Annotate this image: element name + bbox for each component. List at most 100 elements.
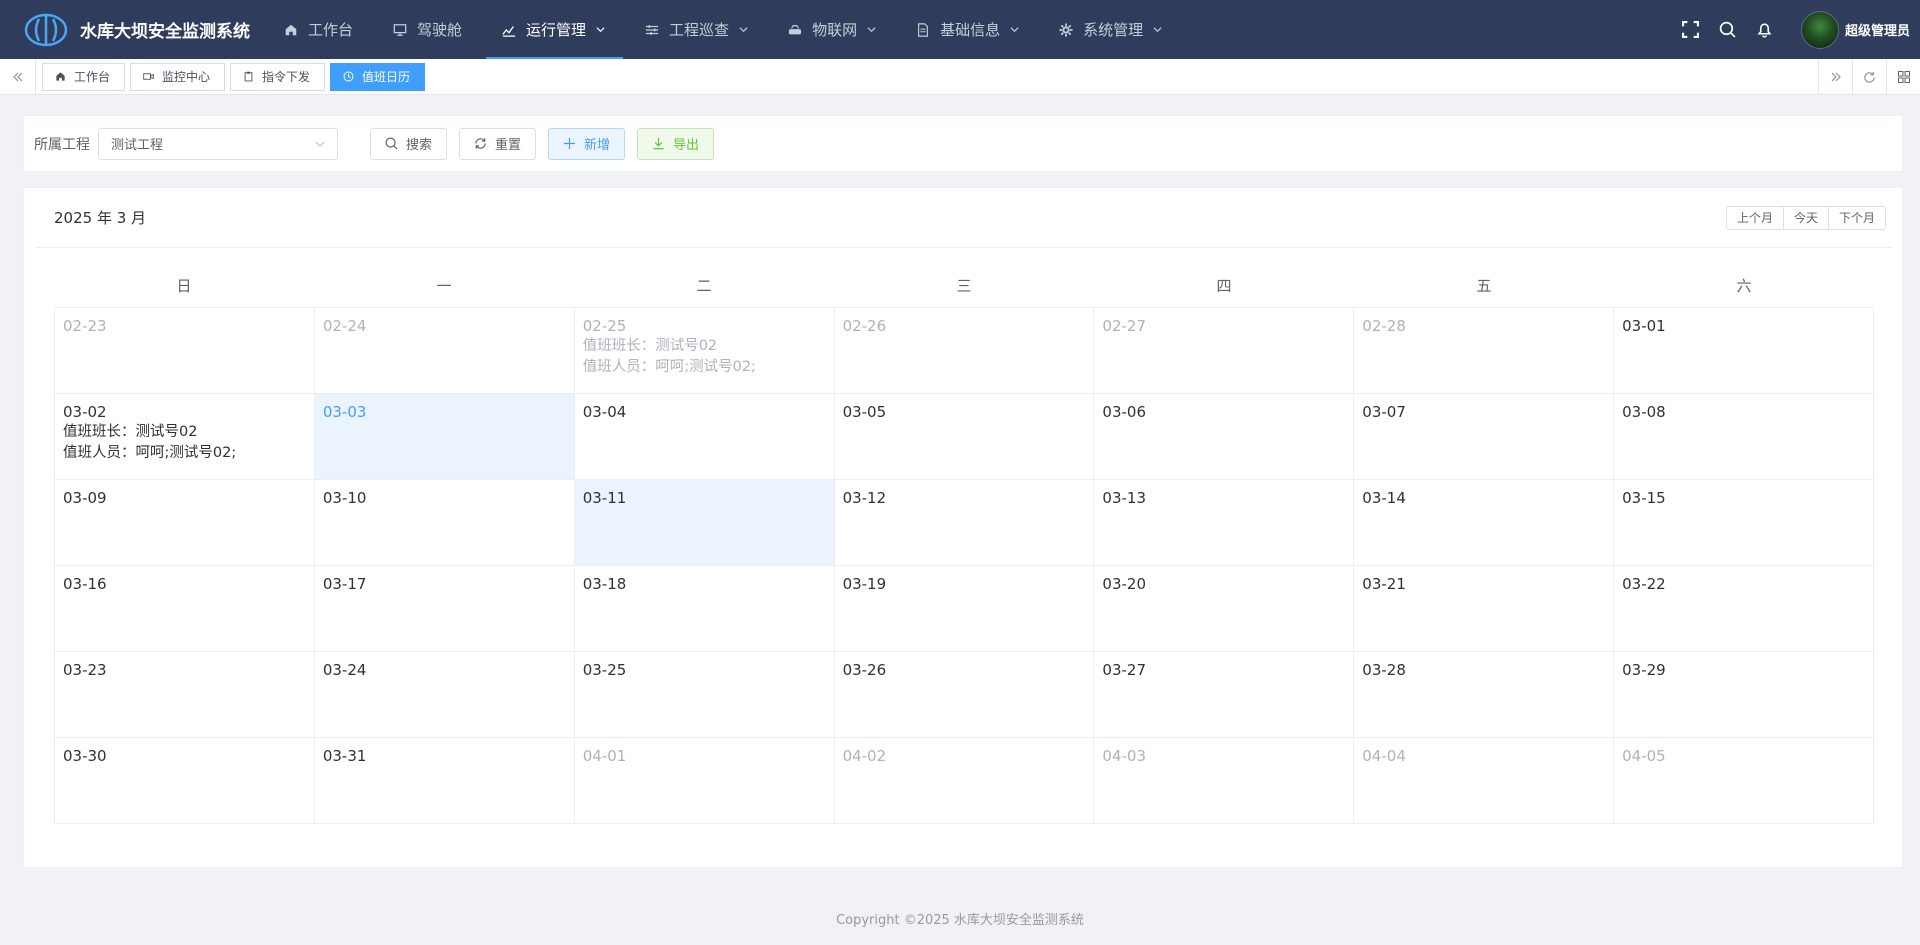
calendar-day-cell[interactable]: 03-07 — [1354, 394, 1615, 480]
today-button[interactable]: 今天 — [1782, 205, 1829, 230]
fullscreen-icon[interactable] — [1681, 21, 1699, 38]
calendar-day-cell[interactable]: 03-20 — [1094, 566, 1355, 652]
nav-item-label: 基础信息 — [940, 21, 1001, 39]
search-button[interactable]: 搜索 — [370, 127, 448, 160]
refresh-button[interactable] — [1852, 59, 1886, 95]
calendar-day-cell[interactable]: 04-01 — [574, 738, 835, 824]
calendar-day-cell[interactable]: 04-04 — [1354, 738, 1615, 824]
calendar-day-cell[interactable]: 03-19 — [834, 566, 1095, 652]
nav-item-4[interactable]: 物联网 — [772, 0, 894, 59]
nav-item-3[interactable]: 工程巡查 — [629, 0, 766, 59]
calendar-day-cell[interactable]: 03-30 — [55, 738, 315, 824]
calendar-day-cell[interactable]: 03-21 — [1354, 566, 1615, 652]
calendar-day-cell[interactable]: 02-23 — [55, 308, 315, 394]
calendar-day-cell[interactable]: 03-28 — [1354, 652, 1615, 738]
calendar-day-cell[interactable]: 03-17 — [314, 566, 575, 652]
nav-item-label: 运行管理 — [526, 21, 587, 39]
tag-0[interactable]: 工作台 — [42, 62, 126, 91]
app-title: 水库大坝安全监测系统 — [80, 22, 250, 42]
calendar-day-cell[interactable]: 03-03 — [314, 394, 575, 480]
calendar-day-cell[interactable]: 03-31 — [314, 738, 575, 824]
calendar-day-cell[interactable]: 03-25 — [574, 652, 835, 738]
calendar-day-cell[interactable]: 03-12 — [834, 480, 1095, 566]
calendar-day-cell[interactable]: 03-04 — [574, 394, 835, 480]
day-date: 03-02 — [63, 403, 107, 421]
add-button[interactable]: 新增 — [548, 127, 626, 160]
calendar-day-cell[interactable]: 03-14 — [1354, 480, 1615, 566]
top-navbar: 水库大坝安全监测系统 工作台 驾驶舱 运行管理 工程巡查 物联网 基础信息 系统管理 超级管… — [0, 0, 1920, 59]
brand[interactable]: 水库大坝安全监测系统 — [0, 0, 268, 59]
nav-item-1[interactable]: 驾驶舱 — [377, 0, 480, 59]
day-date: 03-25 — [582, 661, 627, 679]
calendar-day-cell[interactable]: 02-26 — [834, 308, 1095, 394]
calendar-day-cell[interactable]: 03-24 — [314, 652, 575, 738]
next-month-button[interactable]: 下个月 — [1827, 205, 1886, 230]
reset-button[interactable]: 重置 — [459, 127, 537, 160]
calendar-day-cell[interactable]: 02-27 — [1094, 308, 1355, 394]
calendar-day-cell[interactable]: 03-02 值班班长：测试号02 值班人员：呵呵;测试号02; — [55, 394, 315, 480]
tag-2[interactable]: 指令下发 — [230, 62, 326, 91]
nav-item-2[interactable]: 运行管理 — [486, 0, 624, 59]
bell-icon[interactable] — [1756, 21, 1773, 38]
calendar-day-cell[interactable]: 03-16 — [55, 566, 315, 652]
duty-note: 值班班长：测试号02 — [63, 424, 198, 440]
calendar-day-cell[interactable]: 03-13 — [1094, 480, 1355, 566]
reset-button-label: 重置 — [495, 138, 522, 153]
home-icon — [56, 72, 65, 81]
calendar-day-cell[interactable]: 03-27 — [1094, 652, 1355, 738]
navbar-tools: 超级管理员 — [1681, 0, 1920, 59]
nav-item-5[interactable]: 基础信息 — [900, 0, 1037, 59]
day-date: 04-02 — [842, 747, 887, 765]
calendar-day-cell[interactable]: 03-05 — [834, 394, 1095, 480]
nav-item-label: 驾驶舱 — [417, 21, 463, 39]
nav-item-6[interactable]: 系统管理 — [1043, 0, 1180, 59]
avatar[interactable] — [1800, 10, 1839, 49]
nav-item-0[interactable]: 工作台 — [268, 0, 371, 59]
weekday-label: 六 — [1736, 277, 1752, 295]
prev-month-button[interactable]: 上个月 — [1725, 205, 1784, 230]
calendar-day-cell[interactable]: 02-28 — [1354, 308, 1615, 394]
calendar-day-cell[interactable]: 03-22 — [1614, 566, 1874, 652]
project-select[interactable]: 测试工程 — [98, 127, 338, 160]
calendar-day-cell[interactable]: 03-15 — [1614, 480, 1874, 566]
dam-logo-icon — [24, 13, 68, 46]
calendar-day-cell[interactable]: 04-05 — [1614, 738, 1874, 824]
chevron-down-icon — [739, 27, 748, 33]
duty-note: 值班班长：测试号02 — [582, 338, 718, 354]
tag-3[interactable]: 值班日历 — [330, 62, 426, 91]
calendar-day-cell[interactable]: 03-09 — [55, 480, 315, 566]
tag-1[interactable]: 监控中心 — [130, 62, 226, 91]
calendar-day-cell[interactable]: 04-03 — [1094, 738, 1355, 824]
calendar-day-cell[interactable]: 03-08 — [1614, 394, 1874, 480]
calendar-day-cell[interactable]: 03-10 — [314, 480, 575, 566]
weekday-label: 四 — [1216, 277, 1232, 295]
calendar-day-cell[interactable]: 03-11 — [574, 480, 835, 566]
weekday-label: 五 — [1476, 277, 1492, 295]
tags-menu-button[interactable] — [1886, 59, 1920, 95]
export-button[interactable]: 导出 — [637, 127, 715, 160]
chevron-down-icon — [1153, 27, 1162, 33]
calendar-day-cell[interactable]: 03-06 — [1094, 394, 1355, 480]
double-chevron-right-icon — [1831, 72, 1841, 82]
calendar-day-cell[interactable]: 04-02 — [834, 738, 1095, 824]
calendar-day-cell[interactable]: 03-29 — [1614, 652, 1874, 738]
calendar-body: 日 一 二 三 四 五 六 02-23 02-24 02-25 值班班长：测试号02 值班人员：呵呵… — [54, 265, 1874, 824]
tags-tools — [1818, 59, 1920, 95]
calendar-day-cell[interactable]: 03-23 — [55, 652, 315, 738]
calendar-day-cell[interactable]: 03-26 — [834, 652, 1095, 738]
day-date: 03-17 — [322, 575, 367, 593]
day-date: 03-09 — [63, 489, 107, 507]
search-icon[interactable] — [1719, 21, 1736, 38]
calendar-day-cell[interactable]: 02-25 值班班长：测试号02 值班人员：呵呵;测试号02; — [574, 308, 835, 394]
camera-icon — [143, 73, 154, 80]
day-date: 02-27 — [1102, 317, 1147, 335]
tag-label: 监控中心 — [162, 70, 211, 84]
username[interactable]: 超级管理员 — [1845, 20, 1910, 39]
tags-scroll-right-button[interactable] — [1818, 59, 1852, 95]
project-label: 所属工程 — [34, 136, 90, 153]
day-date: 03-01 — [1622, 317, 1666, 335]
tags-scroll-left-button[interactable] — [0, 58, 36, 95]
calendar-day-cell[interactable]: 03-18 — [574, 566, 835, 652]
calendar-day-cell[interactable]: 02-24 — [314, 308, 575, 394]
calendar-day-cell[interactable]: 03-01 — [1614, 308, 1874, 394]
